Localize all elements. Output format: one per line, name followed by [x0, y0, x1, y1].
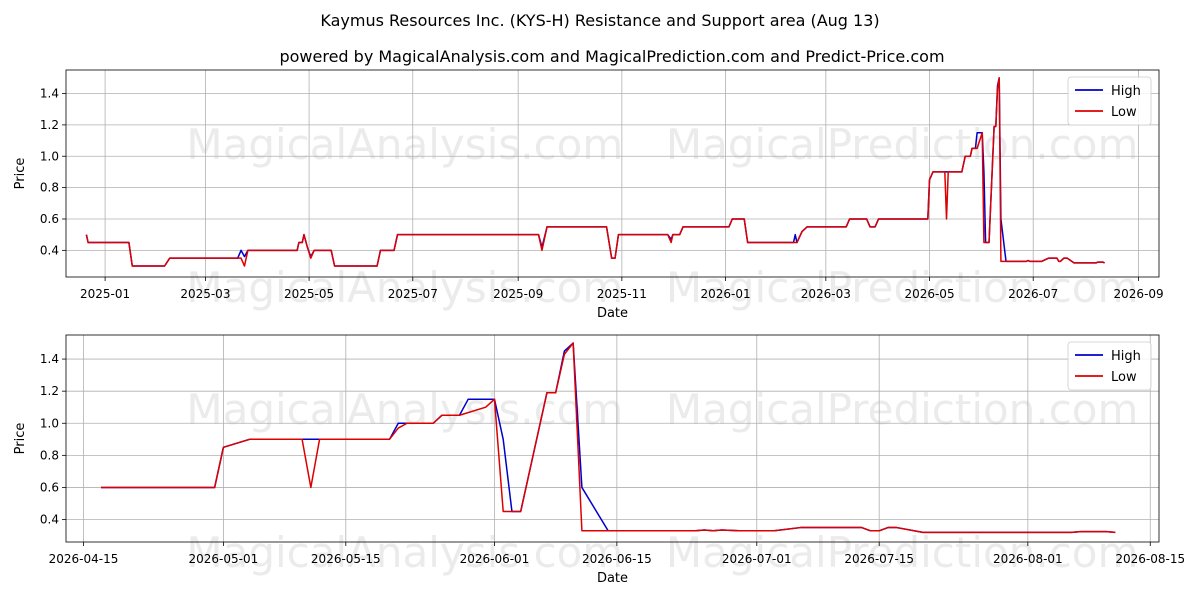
x-tick-label: 2026-07-15	[844, 552, 914, 566]
x-tick-label: 2025-11	[597, 287, 647, 301]
x-tick-label: 2026-08-01	[993, 552, 1063, 566]
y-axis-label: Price	[13, 158, 28, 190]
x-tick-label: 2026-06-01	[460, 552, 530, 566]
x-tick-label: 2025-01	[80, 287, 130, 301]
y-axis-label: Price	[13, 423, 28, 455]
y-tick-label: 0.8	[40, 181, 59, 195]
legend-label-low: Low	[1111, 105, 1137, 120]
x-tick-label: 2025-09	[493, 287, 543, 301]
plot-area	[66, 335, 1159, 542]
legend-label-high: High	[1111, 84, 1141, 99]
x-tick-label: 2026-07	[1008, 287, 1058, 301]
y-tick-label: 0.6	[40, 480, 59, 494]
x-tick-label: 2026-07-01	[722, 552, 792, 566]
x-tick-label: 2026-04-15	[49, 552, 119, 566]
chart-title: Kaymus Resources Inc. (KYS-H) Resistance…	[320, 11, 879, 30]
y-tick-label: 1.4	[40, 352, 59, 366]
x-tick-label: 2025-05	[284, 287, 334, 301]
x-tick-label: 2026-05-01	[189, 552, 259, 566]
watermark: MagicalPrediction.com	[666, 385, 1139, 434]
y-tick-label: 1.0	[40, 416, 59, 430]
legend: High Low	[1067, 76, 1152, 126]
price-panel-zoomed: MagicalAnalysis.comMagicalAnalysis.comMa…	[13, 334, 1185, 586]
x-tick-label: 2026-05	[904, 287, 954, 301]
y-tick-label: 0.4	[40, 513, 59, 527]
y-tick-label: 0.8	[40, 448, 59, 462]
watermark: MagicalAnalysis.com	[186, 120, 623, 169]
x-tick-label: 2026-01	[700, 287, 750, 301]
y-tick-label: 0.4	[40, 243, 59, 257]
x-tick-label: 2026-05-15	[311, 552, 381, 566]
x-tick-label: 2025-07	[388, 287, 438, 301]
watermark: MagicalAnalysis.com	[186, 385, 623, 434]
watermark: MagicalPrediction.com	[666, 120, 1139, 169]
x-axis-label: Date	[597, 571, 628, 586]
x-tick-label: 2026-06-15	[582, 552, 652, 566]
y-tick-label: 1.2	[40, 118, 59, 132]
x-tick-label: 2026-09	[1114, 287, 1164, 301]
y-tick-label: 1.0	[40, 149, 59, 163]
legend-label-low: Low	[1111, 370, 1137, 385]
x-axis-label: Date	[597, 306, 628, 321]
legend-label-high: High	[1111, 349, 1141, 364]
x-tick-label: 2025-03	[180, 287, 230, 301]
y-tick-label: 1.2	[40, 384, 59, 398]
y-tick-label: 0.6	[40, 212, 59, 226]
x-tick-label: 2026-08-15	[1115, 552, 1185, 566]
figure: Kaymus Resources Inc. (KYS-H) Resistance…	[13, 11, 1185, 586]
y-tick-label: 1.4	[40, 87, 59, 101]
x-tick-label: 2026-03	[801, 287, 851, 301]
plot-area	[66, 70, 1159, 277]
price-panel-full-range: MagicalAnalysis.comMagicalAnalysis.comMa…	[13, 69, 1164, 321]
chart-subtitle: powered by MagicalAnalysis.com and Magic…	[279, 47, 944, 66]
legend: High Low	[1067, 341, 1152, 391]
